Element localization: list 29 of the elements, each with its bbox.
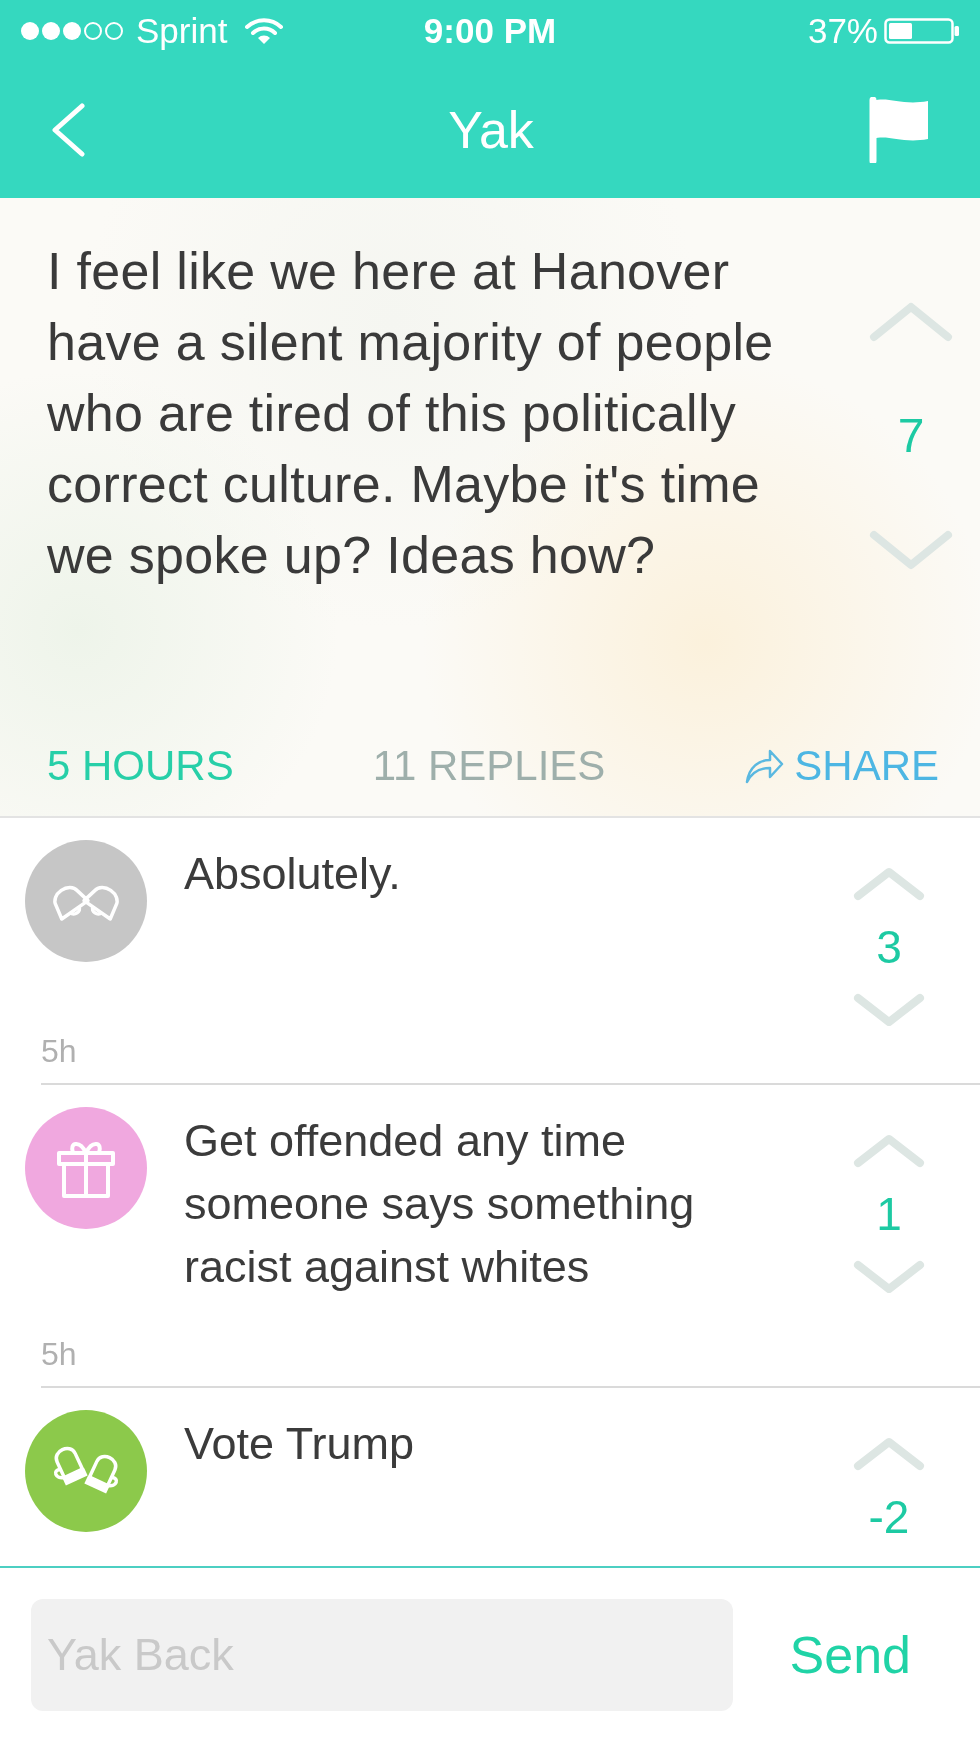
wifi-icon [245,17,284,45]
reply-text: Vote Trump [184,1417,416,1471]
screen-title: Yak [448,100,534,160]
post-text: I feel like we here at Hanover have a silent majority of people who are tired of this politically correct culture. Maybe it's time we spoke up? Ideas how? [47,241,775,586]
clock-time: 9:00 PM [423,11,557,51]
vote-count: 3 [876,921,902,973]
share-icon [744,748,785,784]
battery-percent: 37% [807,11,878,51]
chevron-down-icon[interactable] [869,530,953,570]
post-age: 5 HOURS [47,742,234,790]
vote-count: -2 [868,1491,910,1543]
chevron-up-icon[interactable] [853,1134,925,1168]
reply-count: 11 REPLIES [372,742,606,790]
vote-count: 1 [876,1188,902,1240]
vote-count: 7 [897,408,925,464]
chevron-down-icon[interactable] [853,993,925,1027]
chevron-left-icon[interactable] [50,103,86,157]
reply-text: Absolutely. [184,847,402,901]
carrier-name: Sprint [136,11,228,51]
battery-icon [884,18,960,44]
chevron-up-icon[interactable] [853,1437,925,1471]
reply-age: 5h [41,1033,77,1069]
chevron-up-icon[interactable] [869,302,953,342]
send-button[interactable]: Send [789,1625,911,1685]
chevron-down-icon[interactable] [853,1260,925,1294]
reply-age: 5h [41,1336,77,1372]
reply-text: Get offended any time someone says something racist against whites [184,1114,696,1294]
share-button[interactable]: SHARE [744,742,939,790]
chevron-up-icon[interactable] [853,867,925,901]
